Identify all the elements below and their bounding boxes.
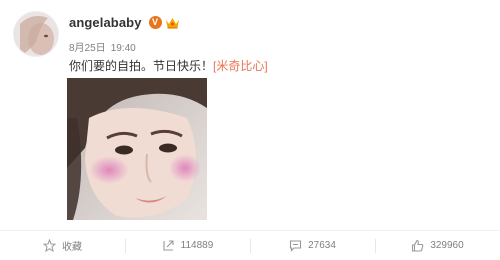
post-date[interactable]: 8月25日 bbox=[69, 43, 106, 54]
verified-badge: V bbox=[148, 15, 162, 29]
like-count: 329960 bbox=[430, 240, 464, 251]
like-button[interactable]: 329960 bbox=[375, 231, 500, 260]
post-text: 你们要的自拍。节日快乐！[米奇比心] bbox=[69, 58, 268, 74]
comment-icon bbox=[289, 239, 302, 252]
comment-button[interactable]: 27634 bbox=[250, 231, 375, 260]
repost-icon bbox=[162, 239, 175, 252]
post-photo[interactable] bbox=[67, 78, 207, 220]
comment-count: 27634 bbox=[308, 240, 336, 251]
action-bar: 收藏 114889 27634 329960 bbox=[0, 231, 500, 260]
post-meta: 8月25日 19:40 bbox=[69, 39, 141, 54]
weibo-post-card: angelababy V 8月25日 19:40 你们要的自拍。节日快乐！[米奇比… bbox=[0, 0, 500, 260]
post-body: 你们要的自拍。节日快乐！ bbox=[69, 59, 214, 73]
thumbs-up-icon bbox=[411, 239, 424, 252]
repost-button[interactable]: 114889 bbox=[125, 231, 250, 260]
post-time[interactable]: 19:40 bbox=[111, 43, 136, 54]
favorite-label: 收藏 bbox=[62, 242, 82, 253]
name-row: angelababy V bbox=[69, 13, 180, 31]
repost-count: 114889 bbox=[180, 240, 214, 251]
crown-icon bbox=[165, 15, 180, 29]
emoticon: [米奇比心] bbox=[213, 59, 268, 73]
username[interactable]: angelababy bbox=[69, 15, 142, 30]
favorite-button[interactable]: 收藏 bbox=[0, 231, 125, 260]
star-icon bbox=[43, 239, 56, 252]
avatar[interactable] bbox=[13, 11, 59, 57]
